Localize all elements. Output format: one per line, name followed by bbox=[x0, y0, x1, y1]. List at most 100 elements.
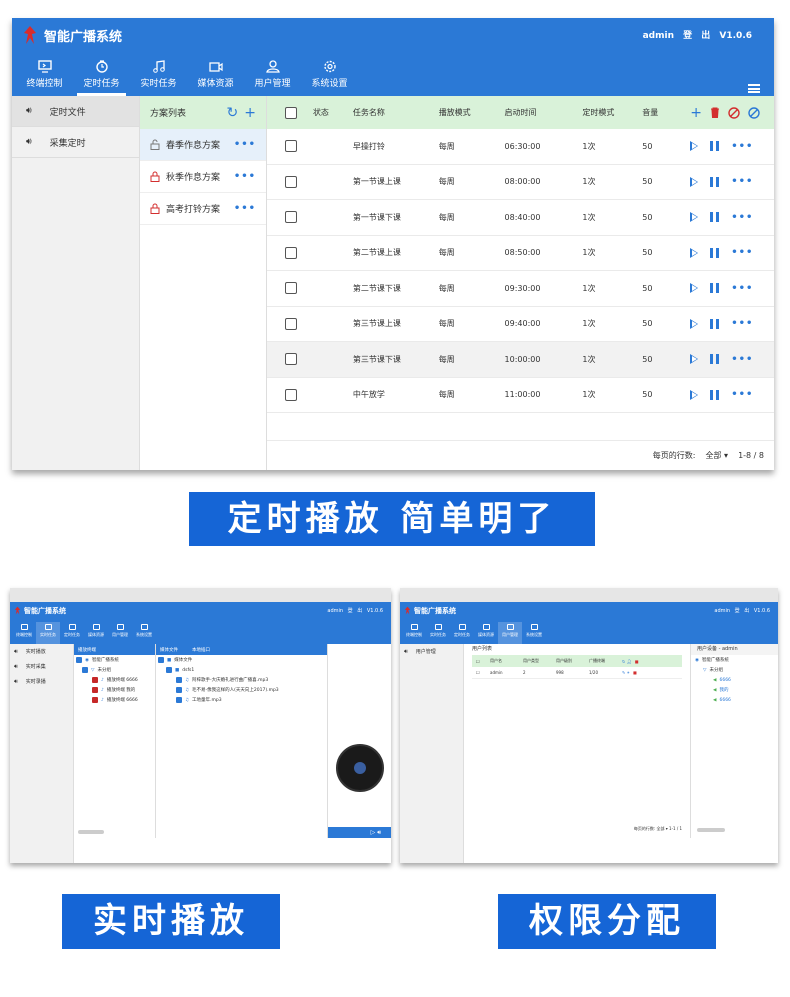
tree-node[interactable]: ◉ 智能广播系统 bbox=[74, 655, 155, 665]
refresh-icon[interactable]: ↻ bbox=[227, 105, 239, 121]
nav-item[interactable]: 定时任务 bbox=[450, 622, 474, 644]
plan-item[interactable]: 春季作息方案 ••• bbox=[140, 129, 266, 161]
nav-settings[interactable]: 系统设置 bbox=[301, 56, 358, 96]
sidebar-item[interactable]: 🔊︎ 实时录播 bbox=[10, 674, 73, 689]
nav-item[interactable]: 系统设置 bbox=[522, 622, 546, 644]
nav-timed-tasks[interactable]: 定时任务 bbox=[73, 56, 130, 96]
play-icon[interactable] bbox=[690, 389, 699, 400]
nav-item[interactable]: 系统设置 bbox=[132, 622, 156, 644]
play-icon[interactable] bbox=[690, 176, 699, 187]
tree-node[interactable]: ♪ 播放终端 6666 bbox=[74, 695, 155, 705]
pause-icon[interactable] bbox=[710, 318, 720, 329]
table-row[interactable]: 第二节课上课 每周 08:50:00 1次 50 ••• bbox=[267, 236, 774, 271]
nav-terminal[interactable]: 终端控制 bbox=[16, 56, 73, 96]
rows-per-page-select[interactable]: 全部 ▾ bbox=[706, 450, 729, 461]
pause-icon[interactable] bbox=[710, 212, 720, 223]
scrollbar[interactable] bbox=[697, 828, 725, 832]
sidebar-item[interactable]: 🔊︎ 实时采集 bbox=[10, 659, 73, 674]
pause-icon[interactable] bbox=[710, 354, 720, 365]
play-icon[interactable] bbox=[690, 354, 699, 365]
nav-item[interactable]: 实时任务 bbox=[36, 622, 60, 644]
nav-realtime[interactable]: 实时任务 bbox=[130, 56, 187, 96]
nav-media[interactable]: 媒体资源 bbox=[187, 56, 244, 96]
row-checkbox[interactable] bbox=[285, 317, 297, 330]
nav-item[interactable]: 用户管理 bbox=[108, 622, 132, 644]
row-checkbox[interactable] bbox=[285, 246, 297, 259]
more-icon[interactable]: ••• bbox=[731, 283, 753, 294]
more-icon[interactable]: ••• bbox=[731, 354, 753, 365]
table-row[interactable]: ☐ admin 2 998 1/20 ✎ ⚭ ■ bbox=[472, 667, 682, 679]
tree-node[interactable]: ♫ 阿梓歌手-大庆婚礼进行曲广播喜.mp3 bbox=[156, 675, 327, 685]
more-icon[interactable]: ••• bbox=[731, 247, 753, 258]
pause-icon[interactable] bbox=[710, 283, 720, 294]
tree-node[interactable]: ■ dsfs1 bbox=[156, 665, 327, 675]
disable-all-icon[interactable] bbox=[748, 106, 760, 119]
user-name[interactable]: admin bbox=[643, 31, 674, 41]
sidebar-item[interactable]: 🔊︎ 用户管理 bbox=[400, 644, 463, 659]
row-checkbox[interactable] bbox=[285, 353, 297, 366]
table-row[interactable]: 第三节课下课 每周 10:00:00 1次 50 ••• bbox=[267, 342, 774, 378]
more-icon[interactable]: ••• bbox=[731, 389, 753, 400]
tree-node[interactable]: ▽ 未分组 bbox=[74, 665, 155, 675]
nav-item[interactable]: 实时任务 bbox=[426, 622, 450, 644]
tree-node[interactable]: ♫ 工地童年.mp3 bbox=[156, 695, 327, 705]
tree-node[interactable]: ♪ 播放终端 6666 bbox=[74, 675, 155, 685]
tab-local-input[interactable]: 本地插口 bbox=[192, 647, 210, 653]
tree-node[interactable]: ▽ 未分组 bbox=[691, 665, 778, 675]
nav-item[interactable]: 定时任务 bbox=[60, 622, 84, 644]
more-icon[interactable]: ••• bbox=[234, 139, 256, 150]
add-task-icon[interactable]: + bbox=[690, 105, 702, 121]
tree-node[interactable]: ◉ 智能广播系统 bbox=[691, 655, 778, 665]
play-icon[interactable] bbox=[690, 247, 699, 258]
pause-icon[interactable] bbox=[710, 389, 720, 400]
row-checkbox[interactable] bbox=[285, 211, 297, 224]
plan-item[interactable]: 秋季作息方案 ••• bbox=[140, 161, 266, 193]
row-checkbox[interactable] bbox=[285, 388, 297, 401]
play-icon[interactable] bbox=[690, 141, 699, 152]
nav-users[interactable]: 用户管理 bbox=[244, 56, 301, 96]
nav-item[interactable]: 媒体资源 bbox=[84, 622, 108, 644]
more-icon[interactable]: ••• bbox=[731, 176, 753, 187]
nav-item[interactable]: 媒体资源 bbox=[474, 622, 498, 644]
disable-icon[interactable] bbox=[728, 106, 740, 119]
select-all-checkbox[interactable] bbox=[285, 106, 297, 119]
trash-icon[interactable]: ■ bbox=[635, 659, 639, 664]
more-icon[interactable]: ••• bbox=[234, 203, 256, 214]
tree-node[interactable]: ■ 媒体文件 bbox=[156, 655, 327, 665]
row-checkbox[interactable] bbox=[285, 140, 297, 153]
play-icon[interactable] bbox=[690, 212, 699, 223]
pause-icon[interactable] bbox=[710, 141, 720, 152]
table-row[interactable]: 第三节课上课 每周 09:40:00 1次 50 ••• bbox=[267, 307, 774, 342]
table-row[interactable]: 第二节课下课 每周 09:30:00 1次 50 ••• bbox=[267, 271, 774, 307]
logout-button[interactable]: 登 出 bbox=[683, 31, 710, 41]
add-plan-button[interactable]: + bbox=[244, 105, 256, 121]
play-icon[interactable] bbox=[690, 318, 699, 329]
more-icon[interactable]: ••• bbox=[731, 212, 753, 223]
row-checkbox[interactable] bbox=[285, 175, 297, 188]
pause-icon[interactable] bbox=[710, 176, 720, 187]
sidebar-item-capture-timer[interactable]: 🔊︎ 采集定时 bbox=[12, 127, 139, 158]
tab-terminals[interactable]: 播放终端 bbox=[78, 647, 96, 653]
pause-icon[interactable] bbox=[710, 247, 720, 258]
sidebar-item-timed-files[interactable]: 🔊︎ 定时文件 bbox=[12, 96, 139, 127]
nav-item[interactable]: 终端控制 bbox=[12, 622, 36, 644]
plan-item[interactable]: 高考打铃方案 ••• bbox=[140, 193, 266, 225]
refresh-icon[interactable]: ↻ 👤︎ bbox=[622, 659, 632, 664]
tab-media-files[interactable]: 媒体文件 bbox=[160, 647, 178, 653]
table-row[interactable]: 中午放学 每周 11:00:00 1次 50 ••• bbox=[267, 378, 774, 413]
more-icon[interactable]: ••• bbox=[234, 171, 256, 182]
table-row[interactable]: 早操打铃 每周 06:30:00 1次 50 ••• bbox=[267, 129, 774, 165]
sidebar-item[interactable]: 🔊︎ 实时播放 bbox=[10, 644, 73, 659]
tree-node[interactable]: ◀︎ 我的 bbox=[691, 685, 778, 695]
tree-node[interactable]: ◀︎ 6666 bbox=[691, 695, 778, 705]
more-icon[interactable]: ••• bbox=[731, 141, 753, 152]
trash-icon[interactable]: ■ bbox=[633, 670, 637, 675]
edit-icon[interactable]: ✎ ⚭ bbox=[622, 670, 630, 675]
nav-item[interactable]: 终端控制 bbox=[402, 622, 426, 644]
play-icon[interactable] bbox=[690, 283, 699, 294]
nav-item[interactable]: 用户管理 bbox=[498, 622, 522, 644]
tree-node[interactable]: ♫ 毛不易-像我这样的人(天天向上2017).mp3 bbox=[156, 685, 327, 695]
play-icon[interactable]: ▷ bbox=[371, 829, 376, 836]
table-row[interactable]: 第一节课上课 每周 08:00:00 1次 50 ••• bbox=[267, 165, 774, 200]
volume-icon[interactable]: 🔊︎ bbox=[377, 829, 381, 836]
